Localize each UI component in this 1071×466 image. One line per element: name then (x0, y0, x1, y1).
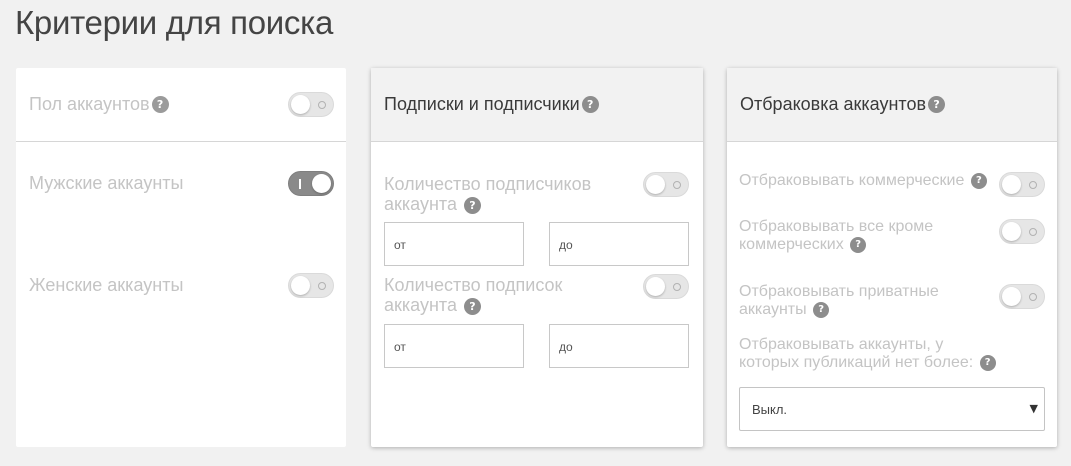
gender-card: Пол аккаунтов ? Мужские аккаунты Женские… (16, 68, 346, 447)
label-text: аккаунта (384, 295, 457, 315)
toggle-knob (1002, 175, 1021, 194)
reject-commercial-toggle[interactable] (999, 172, 1045, 197)
label-line: коммерческих ? (739, 236, 933, 254)
label-text: аккаунты (739, 301, 807, 318)
help-icon[interactable]: ? (970, 172, 987, 189)
toggle-knob (291, 276, 310, 295)
toggle-off-indicator (673, 181, 681, 189)
gender-card-header: Пол аккаунтов ? (16, 68, 346, 142)
following-count-label: Количество подписок аккаунта ? (384, 275, 562, 315)
filter-card-header: Отбраковка аккаунтов ? (727, 68, 1057, 142)
help-icon[interactable]: ? (463, 196, 481, 214)
help-icon[interactable]: ? (581, 96, 599, 113)
help-icon[interactable]: ? (928, 96, 946, 113)
label-line: Количество подписок (384, 275, 563, 295)
toggle-knob (1002, 222, 1021, 241)
help-icon[interactable]: ? (850, 236, 867, 253)
following-count-toggle[interactable] (643, 274, 689, 299)
toggle-knob (1002, 287, 1021, 306)
label-line: Отбраковывать приватные (739, 283, 939, 300)
page-title: Критерии для поиска (15, 4, 334, 41)
toggle-off-indicator (1029, 293, 1037, 301)
label-line: Отбраковывать аккаунты, у (739, 336, 944, 353)
label-line: аккаунта ? (384, 194, 591, 214)
followers-card-header: Подписки и подписчики ? (371, 68, 703, 142)
female-accounts-toggle[interactable] (288, 273, 334, 298)
help-icon[interactable]: ? (151, 96, 169, 113)
reject-private-label: Отбраковывать приватные аккаунты ? (739, 283, 939, 319)
toggle-off-indicator (673, 283, 681, 291)
followers-count-toggle[interactable] (643, 172, 689, 197)
following-to-input[interactable]: до (549, 324, 689, 368)
male-accounts-toggle[interactable] (288, 171, 334, 196)
toggle-off-indicator (318, 282, 326, 290)
filter-header-label: Отбраковка аккаунтов (740, 94, 927, 114)
help-icon[interactable]: ? (813, 301, 830, 318)
toggle-off-indicator (318, 101, 326, 109)
followers-from-input[interactable]: от (384, 222, 524, 266)
label-text: коммерческих (739, 236, 844, 253)
followers-to-input[interactable]: до (549, 222, 689, 266)
toggle-on-indicator (299, 179, 301, 189)
label-text: Отбраковывать коммерческие (739, 172, 965, 189)
followers-count-label: Количество подписчиков аккаунта ? (384, 174, 591, 214)
chevron-down-icon: ▼ (1029, 402, 1038, 415)
reject-no-posts-label: Отбраковывать аккаунты, у которых публик… (739, 336, 996, 372)
select-value: Выкл. (752, 402, 788, 417)
label-line: аккаунта ? (384, 295, 562, 315)
label-line: Количество подписчиков (384, 174, 592, 194)
label-line: которых публикаций нет более: ? (739, 354, 996, 372)
filter-card: Отбраковка аккаунтов ? Отбраковывать ком… (727, 68, 1057, 447)
reject-non-commercial-label: Отбраковывать все кроме коммерческих ? (739, 218, 933, 254)
no-posts-period-select[interactable]: Выкл. ▼ (739, 387, 1045, 431)
male-accounts-label: Мужские аккаунты (29, 173, 184, 193)
reject-private-toggle[interactable] (999, 284, 1045, 309)
toggle-knob (646, 175, 665, 194)
reject-commercial-label: Отбраковывать коммерческие ? (739, 172, 987, 190)
label-line: аккаунты ? (739, 301, 939, 319)
toggle-knob (312, 174, 331, 193)
gender-header-label: Пол аккаунтов (29, 94, 150, 114)
toggle-off-indicator (1029, 181, 1037, 189)
female-accounts-label: Женские аккаунты (29, 275, 184, 295)
followers-card: Подписки и подписчики ? Количество подпи… (371, 68, 703, 447)
help-icon[interactable]: ? (463, 297, 481, 315)
toggle-off-indicator (1029, 228, 1037, 236)
followers-header-label: Подписки и подписчики (384, 94, 580, 114)
label-text: аккаунта (384, 194, 457, 214)
toggle-knob (291, 95, 310, 114)
reject-non-commercial-toggle[interactable] (999, 219, 1045, 244)
label-text: которых публикаций нет более: (739, 354, 974, 371)
toggle-knob (646, 277, 665, 296)
gender-toggle[interactable] (288, 92, 334, 117)
label-line: Отбраковывать все кроме (739, 218, 934, 235)
help-icon[interactable]: ? (979, 354, 996, 371)
following-from-input[interactable]: от (384, 324, 524, 368)
